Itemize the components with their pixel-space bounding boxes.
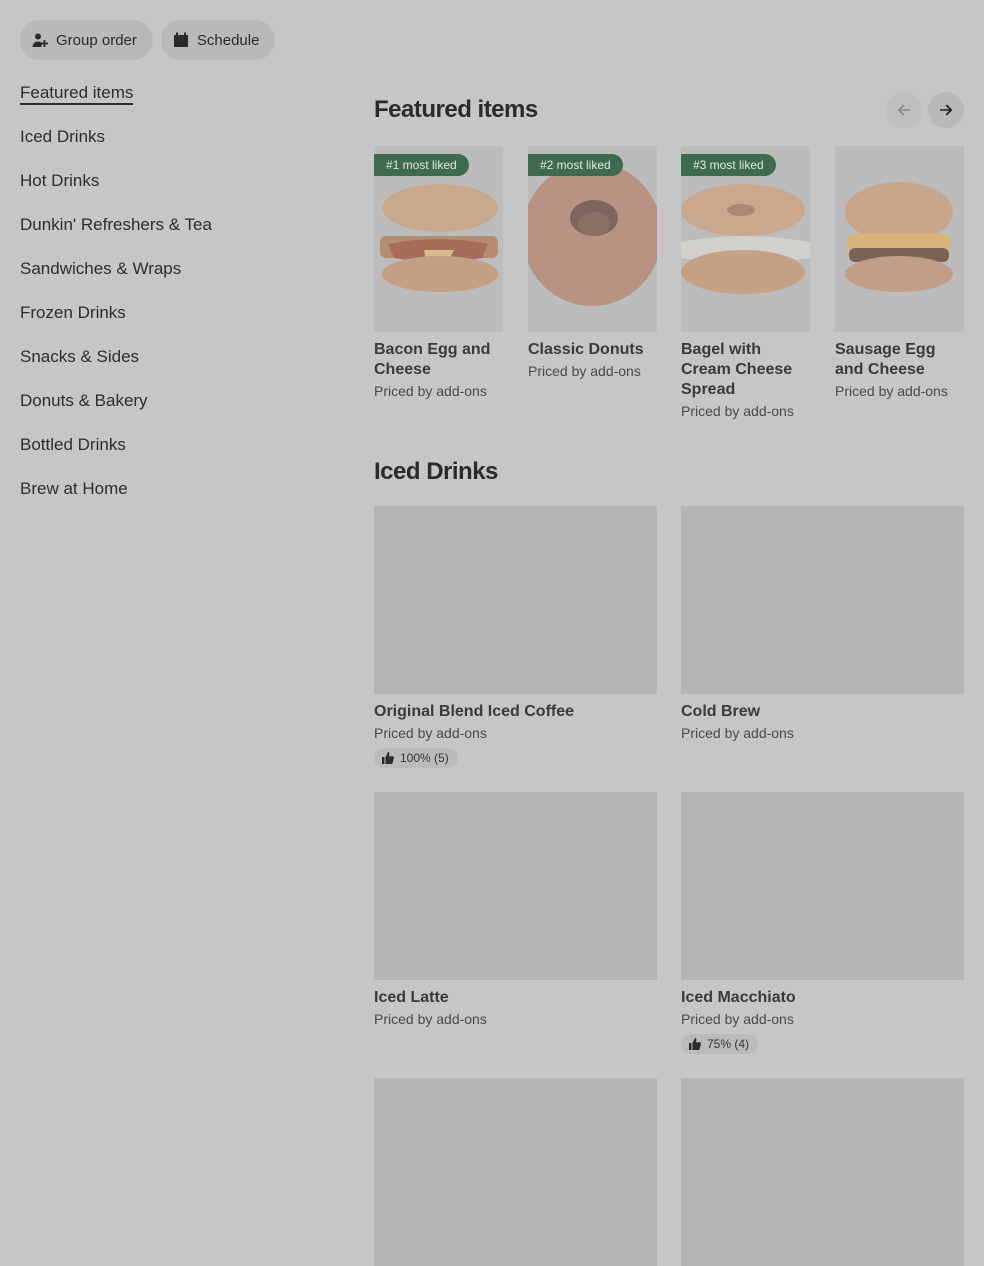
item-image: #3 most liked xyxy=(681,146,810,332)
arrow-left-icon xyxy=(897,104,910,116)
item-price: Priced by add-ons xyxy=(681,1011,794,1027)
carousel-controls xyxy=(886,92,964,128)
iced-drinks-section-title: Iced Drinks xyxy=(374,458,498,485)
topbar: Group order Schedule xyxy=(20,20,276,60)
group-order-label: Group order xyxy=(56,31,137,49)
item-name: Bacon Egg and Cheese xyxy=(374,341,491,378)
group-order-button[interactable]: Group order xyxy=(20,20,153,60)
item-image: #1 most liked xyxy=(374,146,503,332)
sidebar-item-label: Hot Drinks xyxy=(20,171,100,190)
item-name: Classic Donuts xyxy=(528,341,644,358)
item-price: Priced by add-ons xyxy=(374,1011,487,1027)
sidebar-item-label: Brew at Home xyxy=(20,479,128,498)
sidebar-item-refreshers-tea[interactable]: Dunkin' Refreshers & Tea xyxy=(20,214,320,258)
menu-item-card[interactable]: Iced Macchiato Priced by add-ons 75% (4) xyxy=(681,792,964,1055)
calendar-icon xyxy=(173,32,188,47)
featured-item-card[interactable]: Sausage Egg and Cheese Priced by add-ons xyxy=(835,146,965,399)
carousel-prev-button[interactable] xyxy=(886,92,922,128)
item-image xyxy=(374,1078,657,1266)
thumbs-up-icon xyxy=(382,752,394,764)
item-price: Priced by add-ons xyxy=(681,725,794,741)
category-sidebar: Featured items Iced Drinks Hot Drinks Du… xyxy=(20,82,320,522)
sidebar-item-label: Snacks & Sides xyxy=(20,347,140,366)
featured-item-card[interactable]: #1 most liked Bacon Egg and Cheese Price… xyxy=(374,146,504,399)
rating-badge: 100% (5) xyxy=(374,748,458,768)
menu-content: Featured items #1 most liked Bacon Egg a… xyxy=(374,92,964,1266)
item-name: Iced Latte xyxy=(374,989,449,1006)
item-image xyxy=(835,146,964,332)
carousel-next-button[interactable] xyxy=(928,92,964,128)
sidebar-item-label: Sandwiches & Wraps xyxy=(20,259,182,278)
item-name: Bagel with Cream Cheese Spread xyxy=(681,341,793,398)
sausage-sandwich-image xyxy=(845,182,953,292)
item-image xyxy=(681,792,964,980)
item-image xyxy=(374,506,657,694)
arrow-right-icon xyxy=(940,104,953,116)
schedule-button[interactable]: Schedule xyxy=(160,20,276,60)
menu-item-card[interactable] xyxy=(681,1078,964,1266)
most-liked-badge: #1 most liked xyxy=(374,154,469,176)
sidebar-item-label: Dunkin' Refreshers & Tea xyxy=(20,215,212,234)
featured-item-card[interactable]: #2 most liked Classic Donuts Priced by a… xyxy=(528,146,658,379)
rating-value: 100% (5) xyxy=(400,751,449,765)
sidebar-item-featured-items[interactable]: Featured items xyxy=(20,82,320,126)
sidebar-item-iced-drinks[interactable]: Iced Drinks xyxy=(20,126,320,170)
item-price: Priced by add-ons xyxy=(374,725,487,741)
sidebar-item-label: Donuts & Bakery xyxy=(20,391,148,410)
rating-value: 75% (4) xyxy=(707,1037,750,1051)
sidebar-item-frozen-drinks[interactable]: Frozen Drinks xyxy=(20,302,320,346)
schedule-label: Schedule xyxy=(196,31,260,49)
featured-carousel: #1 most liked Bacon Egg and Cheese Price… xyxy=(374,146,984,446)
rating-badge: 75% (4) xyxy=(681,1034,759,1054)
item-image xyxy=(681,506,964,694)
sidebar-item-bottled-drinks[interactable]: Bottled Drinks xyxy=(20,434,320,478)
sidebar-item-label: Bottled Drinks xyxy=(20,435,126,454)
add-person-icon xyxy=(32,33,48,47)
item-name: Cold Brew xyxy=(681,703,761,720)
menu-item-card[interactable]: Iced Latte Priced by add-ons xyxy=(374,792,657,1027)
menu-item-card[interactable]: Original Blend Iced Coffee Priced by add… xyxy=(374,506,657,769)
item-image: #2 most liked xyxy=(528,146,657,332)
sidebar-item-label: Iced Drinks xyxy=(20,127,106,146)
most-liked-badge: #2 most liked xyxy=(528,154,623,176)
sidebar-item-label: Frozen Drinks xyxy=(20,303,126,322)
sidebar-item-snacks-sides[interactable]: Snacks & Sides xyxy=(20,346,320,390)
item-name: Original Blend Iced Coffee xyxy=(374,703,575,720)
sidebar-item-label: Featured items xyxy=(20,83,134,105)
sidebar-item-brew-at-home[interactable]: Brew at Home xyxy=(20,478,320,522)
item-price: Priced by add-ons xyxy=(374,383,487,399)
item-price: Priced by add-ons xyxy=(528,363,641,379)
item-name: Sausage Egg and Cheese xyxy=(835,341,936,378)
featured-item-card[interactable]: #3 most liked Bagel with Cream Cheese Sp… xyxy=(681,146,811,419)
sidebar-item-sandwiches-wraps[interactable]: Sandwiches & Wraps xyxy=(20,258,320,302)
featured-header: Featured items xyxy=(374,92,964,128)
featured-section-title: Featured items xyxy=(374,96,538,123)
item-name: Iced Macchiato xyxy=(681,989,796,1006)
item-price: Priced by add-ons xyxy=(835,383,948,399)
sidebar-item-donuts-bakery[interactable]: Donuts & Bakery xyxy=(20,390,320,434)
item-image xyxy=(374,792,657,980)
menu-item-card[interactable]: Cold Brew Priced by add-ons xyxy=(681,506,964,741)
most-liked-badge: #3 most liked xyxy=(681,154,776,176)
item-price: Priced by add-ons xyxy=(681,403,794,419)
thumbs-up-icon xyxy=(689,1038,701,1050)
item-image xyxy=(681,1078,964,1266)
sidebar-item-hot-drinks[interactable]: Hot Drinks xyxy=(20,170,320,214)
menu-item-card[interactable] xyxy=(374,1078,657,1266)
